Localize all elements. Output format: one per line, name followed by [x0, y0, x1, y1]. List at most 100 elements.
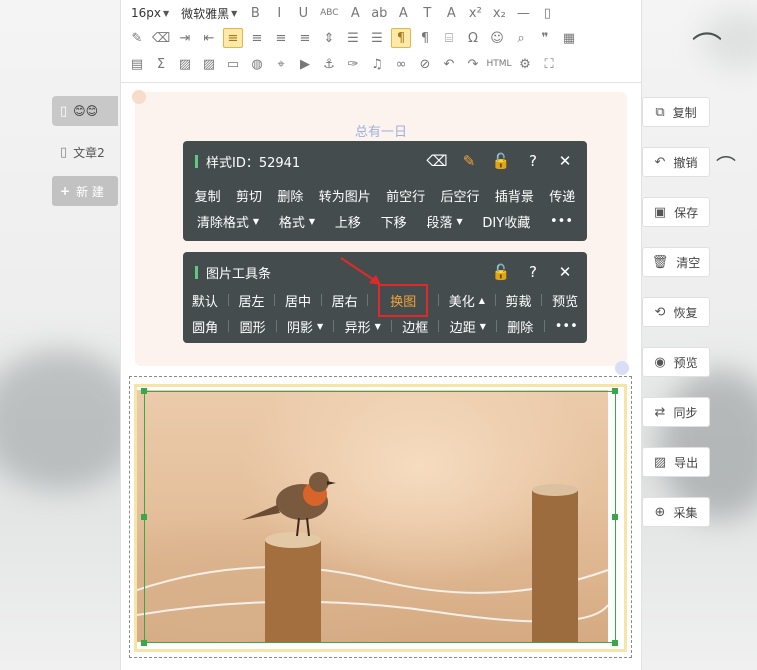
- style-action-2[interactable]: 删除: [277, 186, 303, 205]
- redo-icon[interactable]: ↷: [463, 54, 483, 74]
- underline-icon[interactable]: U: [293, 3, 313, 23]
- emoji-icon[interactable]: ☺: [487, 28, 507, 48]
- style-action-row2-5[interactable]: DIY收藏: [482, 212, 530, 231]
- article-title-line[interactable]: 总有一日: [121, 121, 641, 140]
- style-action-row2-4[interactable]: 段落 ▼: [426, 212, 462, 231]
- image-gallery-icon[interactable]: ▨: [199, 54, 219, 74]
- image-action-row1-5[interactable]: 美化 ▲: [449, 291, 485, 310]
- action-button-5[interactable]: ◉ 预览: [642, 347, 710, 377]
- resize-handle-tl[interactable]: [141, 388, 147, 394]
- image-action-row2-2[interactable]: 阴影 ▼: [287, 317, 323, 336]
- template-icon[interactable]: ▤: [127, 54, 147, 74]
- line-height-icon[interactable]: ⇕: [319, 28, 339, 48]
- brush-icon[interactable]: ✑: [343, 54, 363, 74]
- strikethrough-icon[interactable]: ABC: [317, 3, 341, 23]
- font-family-select[interactable]: 微软雅黑 ▼: [181, 5, 237, 22]
- rtl-icon[interactable]: ¶: [415, 28, 435, 48]
- indent-icon[interactable]: ⇥: [175, 28, 195, 48]
- text-shadow-icon[interactable]: T: [417, 3, 437, 23]
- image-action-row1-1[interactable]: 居左: [238, 291, 264, 310]
- image-action-row2-4[interactable]: 边框: [402, 317, 428, 336]
- image-action-row2-5[interactable]: 边距 ▼: [450, 317, 486, 336]
- eraser-icon[interactable]: ⌫: [426, 150, 447, 172]
- close-icon[interactable]: ✕: [555, 150, 575, 172]
- unlock-icon[interactable]: 🔓: [491, 150, 511, 172]
- omega-icon[interactable]: Ω: [463, 28, 483, 48]
- close-icon[interactable]: ✕: [555, 261, 575, 283]
- quote-icon[interactable]: ❞: [535, 28, 555, 48]
- image-action-row2-6[interactable]: 删除: [507, 317, 533, 336]
- align-right-icon[interactable]: ≡: [271, 28, 291, 48]
- unlock-icon[interactable]: 🔓: [491, 261, 511, 283]
- image-action-row2-0[interactable]: 圆角: [192, 317, 218, 336]
- table-icon[interactable]: ▦: [559, 28, 579, 48]
- resize-handle-mr[interactable]: [612, 514, 618, 520]
- new-document-button[interactable]: + 新 建: [52, 176, 118, 206]
- image-action-row1-2[interactable]: 居中: [285, 291, 311, 310]
- style-action-row2-3[interactable]: 下移: [381, 212, 407, 231]
- anchor-icon[interactable]: ⚓: [319, 54, 339, 74]
- bold-icon[interactable]: B: [245, 3, 265, 23]
- sigma-icon[interactable]: Σ: [151, 54, 171, 74]
- style-action-6[interactable]: 插背景: [495, 186, 534, 205]
- split-icon[interactable]: ⌸: [439, 28, 459, 48]
- align-left-icon[interactable]: ≡: [223, 28, 243, 48]
- style-action-0[interactable]: 复制: [195, 186, 221, 205]
- edit-icon[interactable]: ✎: [459, 150, 479, 172]
- action-button-2[interactable]: ▣ 保存: [642, 197, 710, 227]
- style-action-5[interactable]: 后空行: [441, 186, 480, 205]
- text-style-icon[interactable]: A: [441, 3, 461, 23]
- justify-icon[interactable]: ≡: [295, 28, 315, 48]
- image-action-row1-7[interactable]: 预览: [552, 291, 578, 310]
- subscript-icon[interactable]: x₂: [489, 3, 509, 23]
- find-icon[interactable]: ⌕: [511, 28, 531, 48]
- fullscreen-icon[interactable]: ⛶: [539, 54, 559, 74]
- font-color-icon[interactable]: A: [345, 3, 365, 23]
- music-icon[interactable]: ♫: [367, 54, 387, 74]
- doc-item-2[interactable]: ▯ 文章2: [52, 137, 118, 167]
- settings-icon[interactable]: ⚙: [515, 54, 535, 74]
- resize-handle-br[interactable]: [612, 640, 618, 646]
- font-size-select[interactable]: 16px ▼: [131, 6, 169, 20]
- style-action-row2-1[interactable]: 格式 ▼: [279, 212, 315, 231]
- page-icon[interactable]: ▯: [537, 3, 557, 23]
- align-center-icon[interactable]: ≡: [247, 28, 267, 48]
- action-button-8[interactable]: ⊕ 采集: [642, 497, 710, 527]
- image-icon[interactable]: ▨: [175, 54, 195, 74]
- outdent-icon[interactable]: ⇤: [199, 28, 219, 48]
- palette-icon[interactable]: ◍: [247, 54, 267, 74]
- ltr-icon[interactable]: ¶: [391, 28, 411, 48]
- help-icon[interactable]: ?: [523, 261, 543, 283]
- resize-handle-bl[interactable]: [141, 640, 147, 646]
- image-action-row1-0[interactable]: 默认: [192, 291, 218, 310]
- action-button-1[interactable]: ↶ 撤销: [642, 147, 710, 177]
- unlink-icon[interactable]: ⊘: [415, 54, 435, 74]
- image-action-row2-1[interactable]: 圆形: [240, 317, 266, 336]
- action-button-3[interactable]: 🗑 清空: [642, 247, 710, 277]
- resize-handle-tr[interactable]: [612, 388, 618, 394]
- edit-icon[interactable]: ✎: [127, 28, 147, 48]
- style-action-1[interactable]: 剪切: [236, 186, 262, 205]
- paragraph-spacing-icon[interactable]: ☰: [343, 28, 363, 48]
- style-action-3[interactable]: 转为图片: [319, 186, 371, 205]
- image-action-row2-7[interactable]: •••: [555, 319, 578, 334]
- font-border-icon[interactable]: A: [393, 3, 413, 23]
- action-button-6[interactable]: ⇄ 同步: [642, 397, 710, 427]
- undo-icon[interactable]: ↶: [439, 54, 459, 74]
- style-action-7[interactable]: 传递: [549, 186, 575, 205]
- highlight-icon[interactable]: ab: [369, 3, 389, 23]
- help-icon[interactable]: ?: [523, 150, 543, 172]
- eraser-icon[interactable]: ⌫: [151, 28, 171, 48]
- action-button-0[interactable]: ⧉ 复制: [642, 97, 710, 127]
- frame-icon[interactable]: ▭: [223, 54, 243, 74]
- style-action-row2-0[interactable]: 清除格式 ▼: [197, 212, 259, 231]
- action-button-4[interactable]: ⟲ 恢复: [642, 297, 710, 327]
- image-action-row1-6[interactable]: 剪裁: [506, 291, 532, 310]
- resize-handle-ml[interactable]: [141, 514, 147, 520]
- style-action-row2-2[interactable]: 上移: [335, 212, 361, 231]
- superscript-icon[interactable]: x²: [465, 3, 485, 23]
- style-action-row2-6[interactable]: •••: [550, 214, 573, 229]
- link-icon[interactable]: ∞: [391, 54, 411, 74]
- map-icon[interactable]: ⌖: [271, 54, 291, 74]
- style-action-4[interactable]: 前空行: [386, 186, 425, 205]
